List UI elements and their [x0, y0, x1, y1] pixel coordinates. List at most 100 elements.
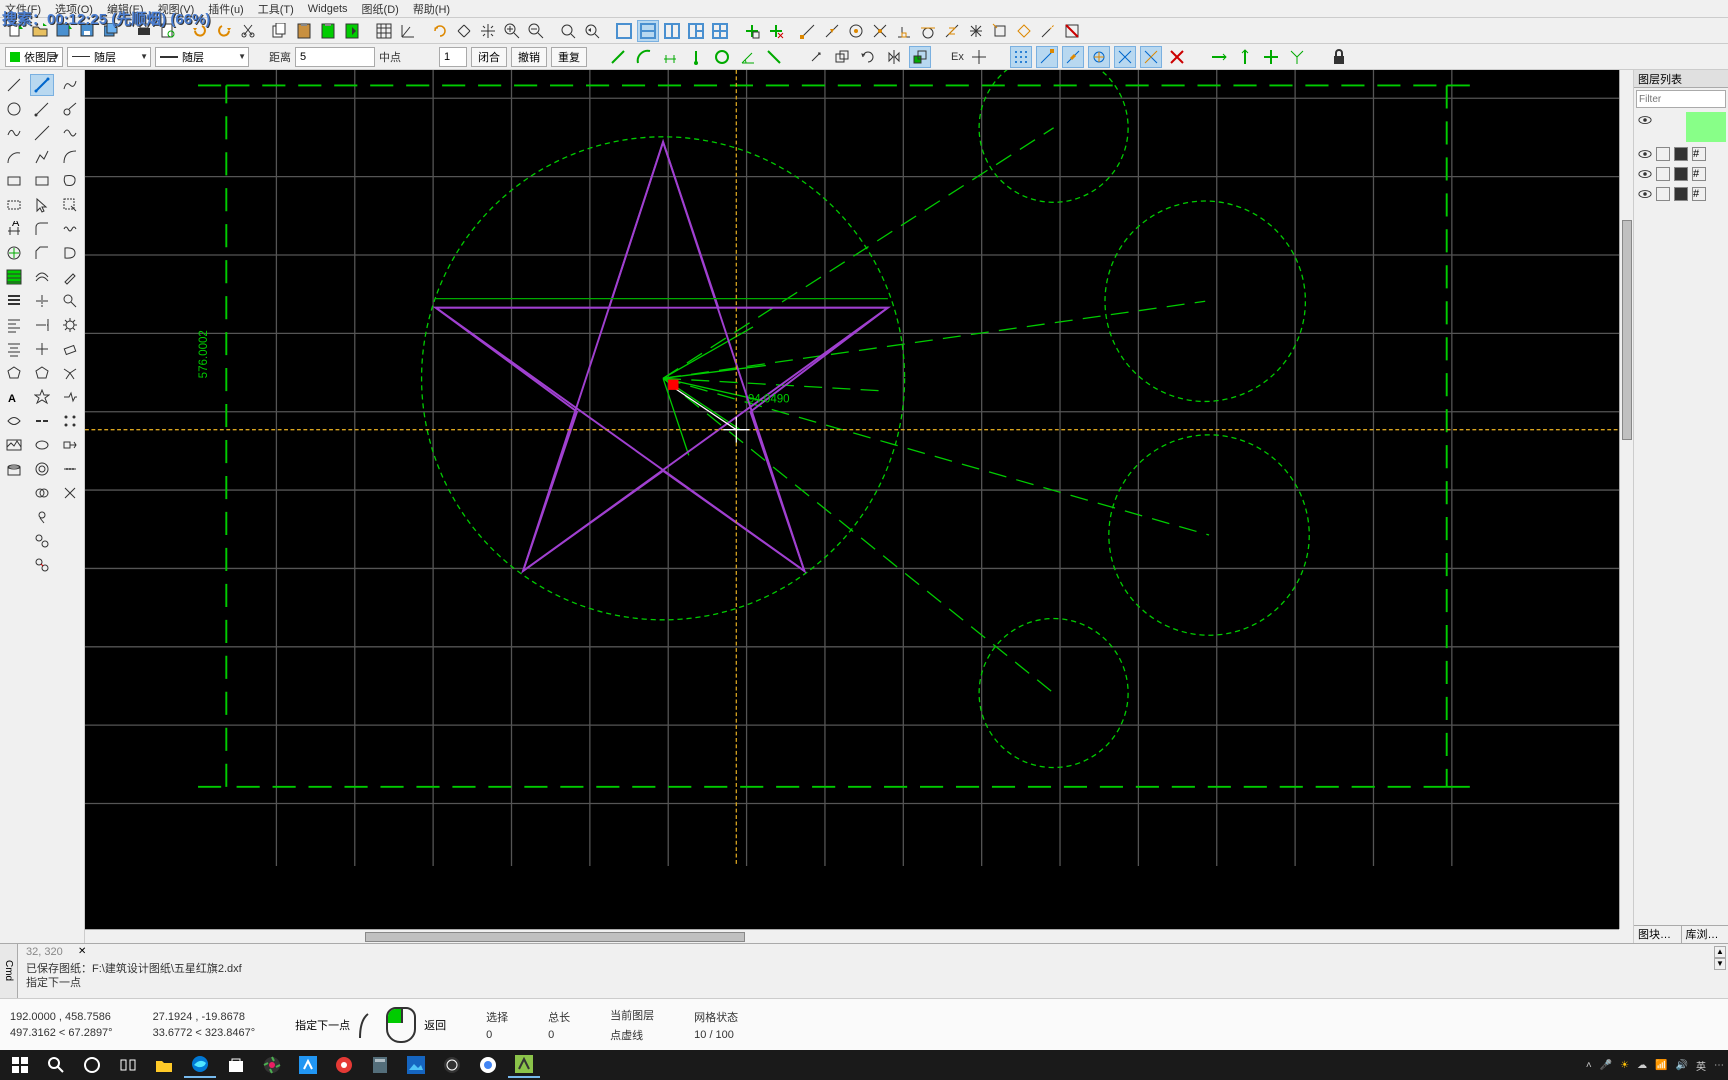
cloud-tool-icon[interactable]: [30, 506, 54, 528]
cmd-scroll[interactable]: ▲▼: [1714, 946, 1726, 970]
chamfer-tool-icon[interactable]: [30, 242, 54, 264]
star-tool-icon[interactable]: [30, 386, 54, 408]
count-input[interactable]: [439, 47, 467, 67]
area-select-tool-icon[interactable]: [58, 194, 82, 216]
search-icon[interactable]: [40, 1052, 72, 1078]
v-scrollbar[interactable]: [1619, 70, 1633, 929]
explode-tool-icon[interactable]: [58, 362, 82, 384]
group-tool-icon[interactable]: [30, 530, 54, 552]
ungroup-tool-icon[interactable]: [30, 554, 54, 576]
modify-move-icon[interactable]: [805, 46, 827, 68]
point-tool-icon[interactable]: [30, 338, 54, 360]
start-button[interactable]: [4, 1052, 36, 1078]
polygon-tool-icon[interactable]: [2, 362, 26, 384]
layer-row-0[interactable]: [1634, 110, 1684, 130]
ortho-v-icon[interactable]: [1234, 46, 1256, 68]
store-icon[interactable]: [220, 1052, 252, 1078]
array-tool-icon[interactable]: [58, 410, 82, 432]
snap-node-icon[interactable]: [965, 20, 987, 42]
zoom-out-icon[interactable]: [525, 20, 547, 42]
music-icon[interactable]: [328, 1052, 360, 1078]
tray-more-icon[interactable]: ⋯: [1714, 1060, 1724, 1071]
snap-center-icon[interactable]: [845, 20, 867, 42]
osnap-mid2-icon[interactable]: [1062, 46, 1084, 68]
explorer-icon[interactable]: [148, 1052, 180, 1078]
donut-tool-icon[interactable]: [30, 458, 54, 480]
select-tool-icon[interactable]: [2, 194, 26, 216]
distance-input[interactable]: [295, 47, 375, 67]
tray-cloud-icon[interactable]: ☁: [1637, 1060, 1647, 1071]
ortho-h-icon[interactable]: [1208, 46, 1230, 68]
modify-mirror-icon[interactable]: [883, 46, 905, 68]
crosshair-icon[interactable]: [968, 46, 990, 68]
circle-tool-icon[interactable]: [2, 98, 26, 120]
gear-tool-icon[interactable]: [58, 314, 82, 336]
align-center-tool-icon[interactable]: [2, 338, 26, 360]
text-list-tool-icon[interactable]: [2, 290, 26, 312]
erase-tool-icon[interactable]: [58, 338, 82, 360]
snap-tan-icon[interactable]: [917, 20, 939, 42]
inspect-tool-icon[interactable]: [58, 290, 82, 312]
tray-weather-icon[interactable]: ☀: [1620, 1060, 1629, 1071]
region-tool-icon[interactable]: [2, 410, 26, 432]
paste-special-icon[interactable]: [317, 20, 339, 42]
snap-line-icon[interactable]: [607, 46, 629, 68]
library-tab[interactable]: 库浏…: [1682, 926, 1728, 943]
snap-arc-icon[interactable]: [633, 46, 655, 68]
osnap-end2-icon[interactable]: [1036, 46, 1058, 68]
taskview-icon[interactable]: [112, 1052, 144, 1078]
spline-tool-icon[interactable]: [2, 122, 26, 144]
tray-ime-icon[interactable]: 英: [1696, 1058, 1706, 1073]
line-2pt-tool-icon[interactable]: [30, 74, 54, 96]
tray-chevron-icon[interactable]: ˄: [1586, 1060, 1592, 1071]
close-polyline-button[interactable]: 闭合: [471, 47, 507, 67]
photos-icon[interactable]: [256, 1052, 288, 1078]
divide-tool-icon[interactable]: [58, 458, 82, 480]
chrome-icon[interactable]: [472, 1052, 504, 1078]
snap-perp-icon[interactable]: [893, 20, 915, 42]
ray-tool-icon[interactable]: [30, 98, 54, 120]
stretch-tool-icon[interactable]: [58, 434, 82, 456]
arc-tool-icon[interactable]: [2, 146, 26, 168]
snap-mid-icon[interactable]: [821, 20, 843, 42]
extend-tool-icon[interactable]: [30, 314, 54, 336]
zoom-realtime-icon[interactable]: [557, 20, 579, 42]
cad-app-icon[interactable]: [508, 1052, 540, 1078]
rect-tool-icon[interactable]: [2, 170, 26, 192]
wave-tool-icon[interactable]: [58, 122, 82, 144]
osnap-int2-icon[interactable]: [1114, 46, 1136, 68]
h-scrollbar[interactable]: [85, 929, 1619, 943]
modify-copy-icon[interactable]: [831, 46, 853, 68]
ortho-both-icon[interactable]: [1260, 46, 1282, 68]
undo-button[interactable]: 撤销: [511, 47, 547, 67]
x-tool-icon[interactable]: [58, 482, 82, 504]
lineweight-combo[interactable]: 随层▼: [155, 47, 249, 67]
osnap-perp2-icon[interactable]: [1140, 46, 1162, 68]
menu-drawing[interactable]: 图纸(D): [362, 1, 399, 17]
view-2v-icon[interactable]: [661, 20, 683, 42]
repeat-button[interactable]: 重复: [551, 47, 587, 67]
zoom-window-icon[interactable]: [429, 20, 451, 42]
region2-tool-icon[interactable]: [58, 242, 82, 264]
redo-icon[interactable]: [213, 20, 235, 42]
view-single-icon[interactable]: [613, 20, 635, 42]
snap-angle-icon[interactable]: [737, 46, 759, 68]
axis-icon[interactable]: [397, 20, 419, 42]
rect2-tool-icon[interactable]: [30, 170, 54, 192]
dimension-tool-icon[interactable]: A: [2, 218, 26, 240]
pointer-tool-icon[interactable]: [30, 194, 54, 216]
image-tool-icon[interactable]: [2, 434, 26, 456]
lock-icon[interactable]: [1328, 46, 1350, 68]
grid-snap-icon[interactable]: [1010, 46, 1032, 68]
linetype-combo[interactable]: 随层▼: [67, 47, 151, 67]
view-4-icon[interactable]: [709, 20, 731, 42]
modify-scale-icon[interactable]: [909, 46, 931, 68]
del-view-icon[interactable]: [765, 20, 787, 42]
break-tool-icon[interactable]: [30, 410, 54, 432]
drawing-canvas[interactable]: 576.0002 94.0490: [85, 70, 1633, 866]
wave2-tool-icon[interactable]: [58, 218, 82, 240]
pan-icon[interactable]: [477, 20, 499, 42]
zoom-previous-icon[interactable]: [581, 20, 603, 42]
layer-combo[interactable]: 依图层▼: [5, 47, 63, 67]
view-3-icon[interactable]: [685, 20, 707, 42]
